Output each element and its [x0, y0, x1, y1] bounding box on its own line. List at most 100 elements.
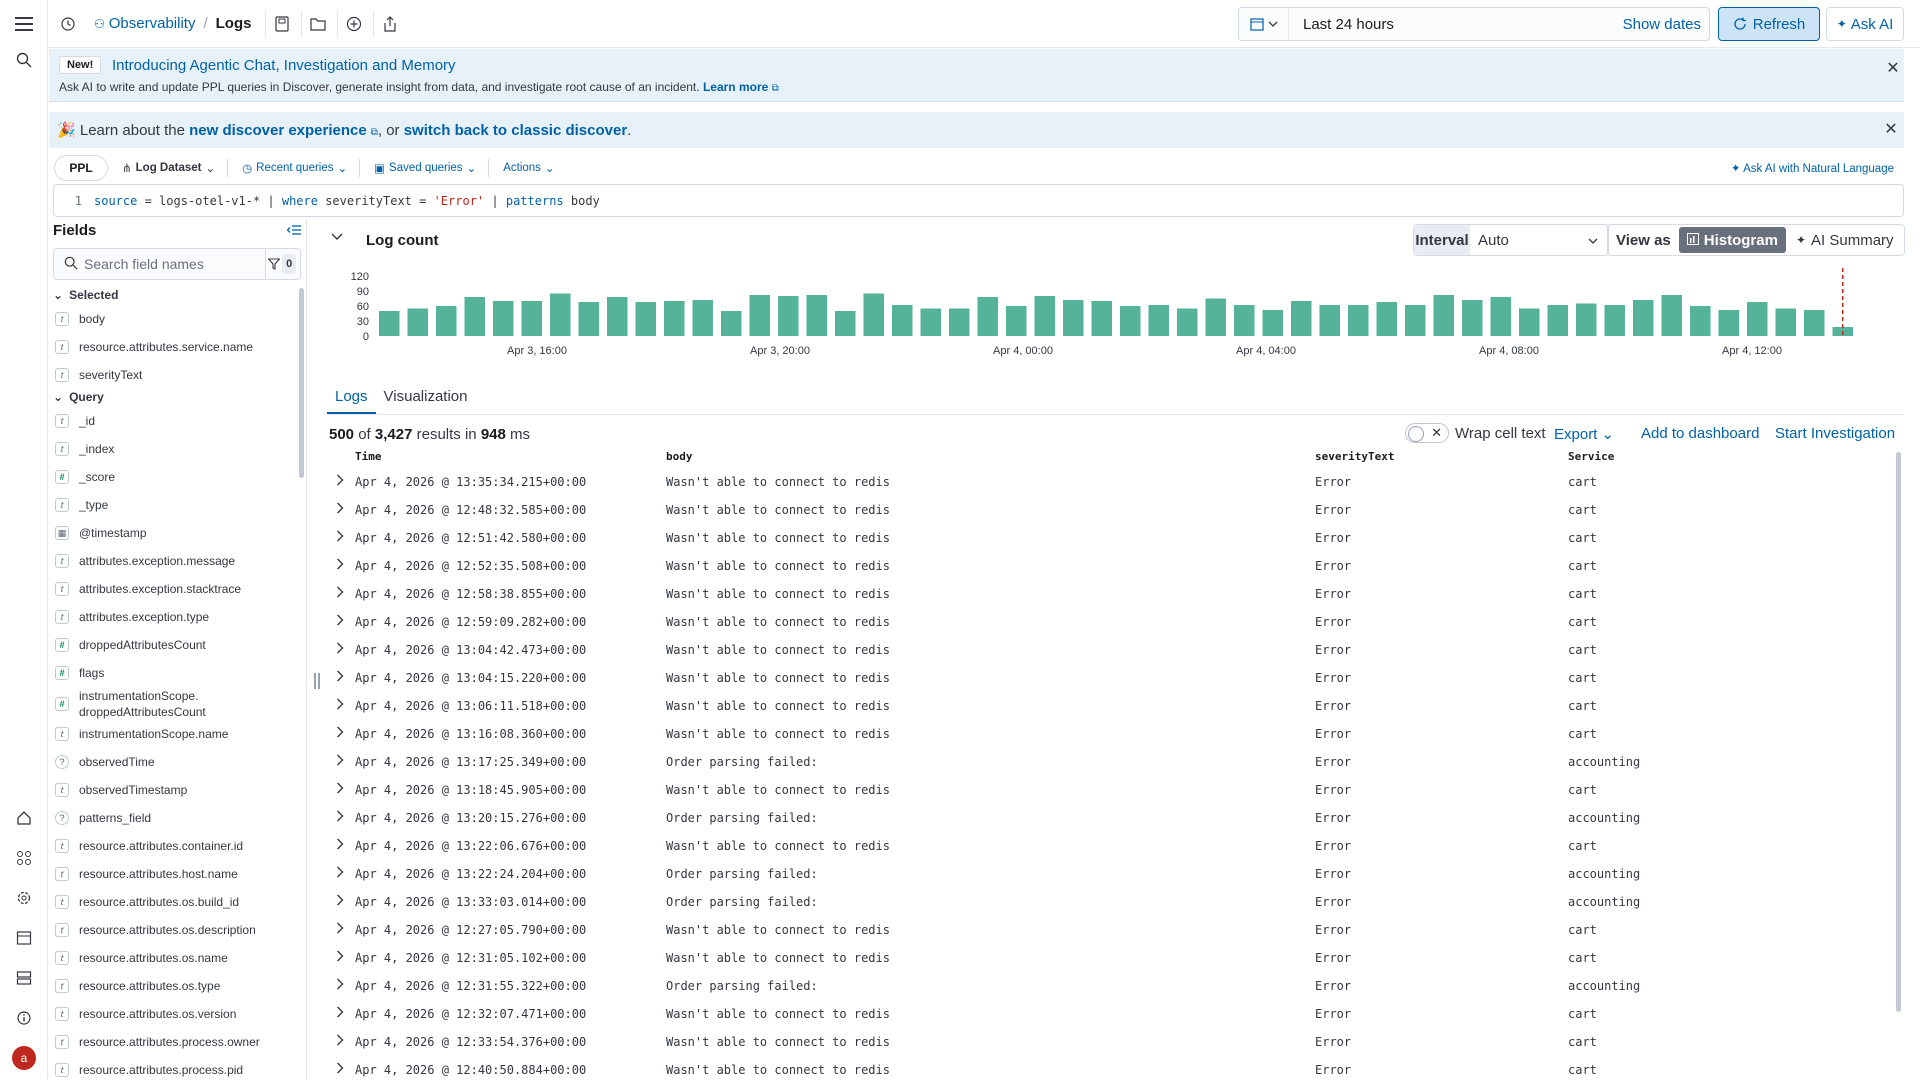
field-item[interactable]: ? observedTime: [55, 755, 295, 769]
new-discover-link[interactable]: new discover experience: [189, 122, 367, 139]
breadcrumb-observability[interactable]: Observability: [109, 15, 196, 32]
field-item[interactable]: t _id: [55, 414, 295, 428]
field-item[interactable]: t resource.attributes.host.name: [55, 867, 295, 881]
dataset-selector[interactable]: ⋔ Log Dataset ⌄: [122, 161, 215, 175]
field-item[interactable]: t resource.attributes.os.name: [55, 951, 295, 965]
workspace-icon[interactable]: [14, 968, 34, 988]
refresh-button[interactable]: Refresh: [1718, 7, 1820, 41]
histogram-bar[interactable]: [1119, 306, 1141, 336]
avatar[interactable]: a: [12, 1046, 36, 1070]
column-header-body[interactable]: body: [666, 450, 693, 463]
column-header-severity[interactable]: severityText: [1315, 450, 1394, 463]
expand-row-icon[interactable]: [336, 894, 344, 909]
field-item[interactable]: t _index: [55, 442, 295, 456]
table-row[interactable]: Apr 4, 2026 @ 12:27:05.790+00:00 Wasn't a…: [327, 916, 1897, 944]
table-row[interactable]: Apr 4, 2026 @ 13:16:08.360+00:00 Wasn't a…: [327, 720, 1897, 748]
histogram-bar[interactable]: [806, 295, 828, 336]
expand-row-icon[interactable]: [336, 474, 344, 489]
table-row[interactable]: Apr 4, 2026 @ 13:06:11.518+00:00 Wasn't a…: [327, 692, 1897, 720]
field-item[interactable]: # _score: [55, 470, 295, 484]
histogram-bar[interactable]: [606, 297, 628, 336]
wrap-cell-toggle[interactable]: ✕: [1405, 423, 1449, 443]
tab-logs[interactable]: Logs: [327, 384, 376, 414]
histogram-bar[interactable]: [1547, 305, 1569, 336]
histogram-bar[interactable]: [1176, 308, 1198, 337]
table-row[interactable]: Apr 4, 2026 @ 13:04:42.473+00:00 Wasn't a…: [327, 636, 1897, 664]
inbox-icon[interactable]: [14, 928, 34, 948]
save-icon[interactable]: [265, 9, 297, 38]
table-row[interactable]: Apr 4, 2026 @ 13:33:03.014+00:00 Order pa…: [327, 888, 1897, 916]
expand-row-icon[interactable]: [336, 726, 344, 741]
expand-row-icon[interactable]: [336, 810, 344, 825]
field-item[interactable]: ? patterns_field: [55, 811, 295, 825]
histogram-bar[interactable]: [1262, 310, 1284, 336]
histogram-bar[interactable]: [1461, 300, 1483, 336]
histogram-bar[interactable]: [920, 308, 942, 337]
table-row[interactable]: Apr 4, 2026 @ 13:17:25.349+00:00 Order pa…: [327, 748, 1897, 776]
selected-group-toggle[interactable]: ⌄ Selected: [53, 288, 118, 302]
start-investigation-button[interactable]: Start Investigation: [1775, 425, 1895, 442]
ask-ai-button[interactable]: ✦ Ask AI: [1826, 7, 1904, 41]
histogram-bar[interactable]: [1062, 300, 1084, 336]
expand-row-icon[interactable]: [336, 1034, 344, 1049]
histogram-bar[interactable]: [407, 308, 429, 337]
histogram-bar[interactable]: [1404, 305, 1426, 336]
table-row[interactable]: Apr 4, 2026 @ 12:40:50.884+00:00 Wasn't a…: [327, 1056, 1897, 1080]
histogram-bar[interactable]: [378, 311, 400, 336]
table-row[interactable]: Apr 4, 2026 @ 13:20:15.276+00:00 Order pa…: [327, 804, 1897, 832]
table-row[interactable]: Apr 4, 2026 @ 12:52:35.508+00:00 Wasn't a…: [327, 552, 1897, 580]
table-row[interactable]: Apr 4, 2026 @ 12:33:54.376+00:00 Wasn't a…: [327, 1028, 1897, 1056]
histogram-bar[interactable]: [663, 301, 685, 336]
field-item[interactable]: t instrumentationScope.name: [55, 727, 295, 741]
expand-row-icon[interactable]: [336, 670, 344, 685]
gear-icon[interactable]: [14, 888, 34, 908]
search-icon[interactable]: [14, 50, 34, 70]
expand-row-icon[interactable]: [336, 530, 344, 545]
field-item[interactable]: t resource.attributes.os.description: [55, 923, 295, 937]
histogram-bar[interactable]: [1604, 305, 1626, 336]
histogram-bar[interactable]: [891, 305, 913, 336]
close-banner-icon[interactable]: ✕: [1883, 122, 1899, 138]
field-item[interactable]: t resource.attributes.os.build_id: [55, 895, 295, 909]
add-new-icon[interactable]: [337, 9, 369, 38]
ask-ai-natural-language-button[interactable]: ✦ Ask AI with Natural Language: [1731, 161, 1894, 175]
menu-icon[interactable]: [14, 14, 34, 34]
histogram-bar[interactable]: [777, 296, 799, 336]
histogram-bar[interactable]: [1347, 305, 1369, 336]
histogram-bar[interactable]: [521, 301, 543, 336]
expand-row-icon[interactable]: [336, 586, 344, 601]
histogram-bar[interactable]: [1803, 310, 1825, 336]
histogram-bar[interactable]: [1091, 301, 1113, 336]
language-selector[interactable]: PPL: [54, 155, 108, 181]
query-editor[interactable]: 1 source = logs-otel-v1-* | where severi…: [53, 184, 1904, 217]
field-item[interactable]: t attributes.exception.message: [55, 554, 295, 568]
interval-value[interactable]: Auto: [1470, 232, 1588, 249]
histogram-bar[interactable]: [977, 297, 999, 336]
histogram-bar[interactable]: [692, 300, 714, 336]
recent-queries-button[interactable]: ◷ Recent queries ⌄: [242, 161, 347, 175]
histogram-bar[interactable]: [549, 293, 571, 337]
column-header-service[interactable]: Service: [1568, 450, 1614, 463]
table-row[interactable]: Apr 4, 2026 @ 12:31:05.102+00:00 Wasn't a…: [327, 944, 1897, 972]
column-header-time[interactable]: Time: [355, 450, 382, 463]
table-row[interactable]: Apr 4, 2026 @ 13:04:15.220+00:00 Wasn't a…: [327, 664, 1897, 692]
histogram-bar[interactable]: [635, 302, 657, 336]
close-banner-icon[interactable]: ✕: [1885, 61, 1901, 77]
actions-button[interactable]: Actions ⌄: [503, 161, 554, 175]
table-row[interactable]: Apr 4, 2026 @ 13:22:24.204+00:00 Order pa…: [327, 860, 1897, 888]
histogram-bar[interactable]: [1718, 310, 1740, 336]
field-item[interactable]: t resource.attributes.process.owner: [55, 1035, 295, 1049]
table-row[interactable]: Apr 4, 2026 @ 13:18:45.905+00:00 Wasn't a…: [327, 776, 1897, 804]
expand-row-icon[interactable]: [336, 558, 344, 573]
learn-more-link[interactable]: Learn more: [703, 80, 768, 94]
histogram-bar[interactable]: [720, 311, 742, 336]
collapse-sidebar-icon[interactable]: [286, 224, 301, 239]
histogram-bar[interactable]: [749, 295, 771, 336]
ai-summary-button[interactable]: ✦ AI Summary: [1786, 227, 1904, 253]
histogram-bar[interactable]: [1034, 296, 1056, 336]
histogram-bar[interactable]: [1290, 301, 1312, 336]
field-item[interactable]: t resource.attributes.os.type: [55, 979, 295, 993]
histogram-bar[interactable]: [492, 301, 514, 336]
histogram-bar[interactable]: [1005, 306, 1027, 336]
field-item[interactable]: t resource.attributes.container.id: [55, 839, 295, 853]
